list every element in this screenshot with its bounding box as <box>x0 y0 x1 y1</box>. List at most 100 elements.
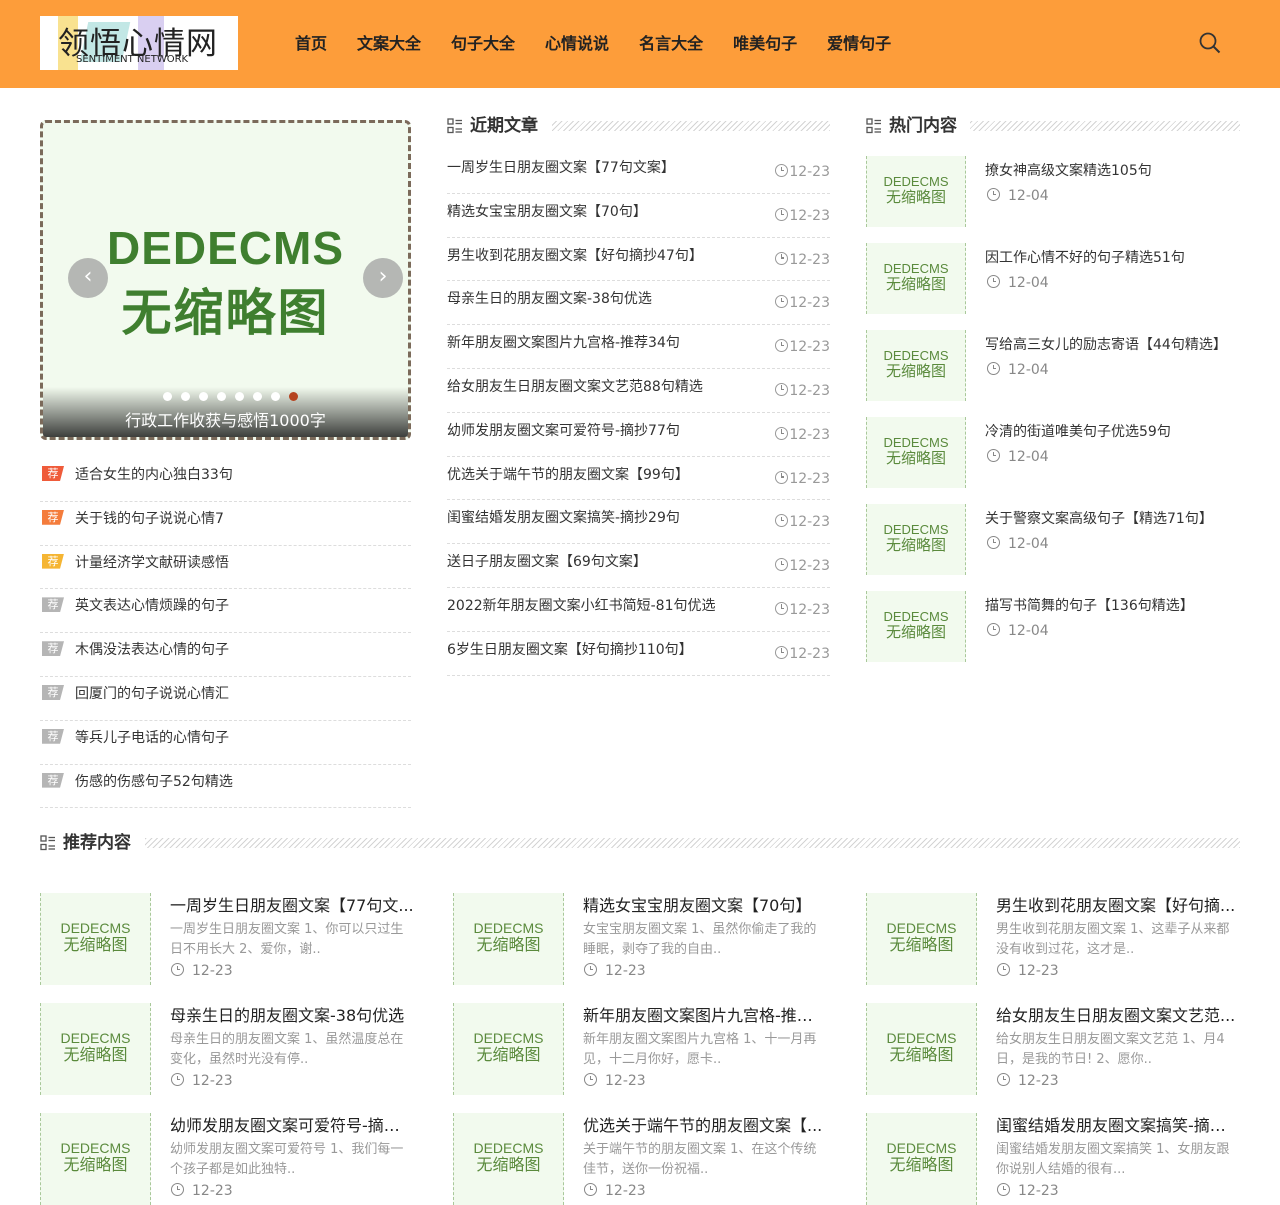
article-link[interactable]: 关于警察文案高级句子【精选71句】 <box>985 508 1213 530</box>
list-item[interactable]: DEDECMS 无缩略图 关于警察文案高级句子【精选71句】 12-04 <box>866 504 1240 591</box>
article-link[interactable]: 优选关于端午节的朋友圈文案【99句】 <box>447 464 689 486</box>
article-link[interactable]: 闺蜜结婚发朋友圈文案搞笑-摘抄29句 <box>447 507 680 529</box>
article-card[interactable]: DEDECMS 无缩略图 母亲生日的朋友圈文案-38句优选 母亲生日的朋友圈文案 1、… <box>40 1003 415 1095</box>
list-item[interactable]: 荐关于钱的句子说说心情7 <box>40 502 411 546</box>
slider-next-button[interactable]: › <box>363 258 403 298</box>
nav-item-copywriting[interactable]: 文案大全 <box>357 31 421 57</box>
article-link[interactable]: 6岁生日朋友圈文案【好句摘抄110句】 <box>447 639 693 661</box>
list-item[interactable]: 6岁生日朋友圈文案【好句摘抄110句】 12-23 <box>447 632 830 676</box>
article-card[interactable]: DEDECMS 无缩略图 男生收到花朋友圈文案【好句摘... 男生收到花朋友圈文案 1… <box>866 893 1241 985</box>
list-item[interactable]: 优选关于端午节的朋友圈文案【99句】 12-23 <box>447 457 830 501</box>
list-item[interactable]: 荐计量经济学文献研读感悟 <box>40 546 411 590</box>
slider-dot[interactable] <box>234 392 244 401</box>
slider-dot[interactable] <box>162 392 172 401</box>
list-item[interactable]: 闺蜜结婚发朋友圈文案搞笑-摘抄29句 12-23 <box>447 500 830 545</box>
list-item[interactable]: 荐回厦门的句子说说心情汇 <box>40 677 411 721</box>
slider-dot[interactable] <box>252 392 262 401</box>
list-item[interactable]: 精选女宝宝朋友圈文案【70句】 12-23 <box>447 194 830 238</box>
article-thumbnail[interactable]: DEDECMS 无缩略图 <box>866 504 966 575</box>
article-link[interactable]: 新年朋友圈文案图片九宫格-推荐34句 <box>447 332 680 354</box>
article-link[interactable]: 送日子朋友圈文案【69句文案】 <box>447 551 647 573</box>
article-thumbnail[interactable]: DEDECMS 无缩略图 <box>453 893 564 985</box>
article-link[interactable]: 2022新年朋友圈文案小红书简短-81句优选 <box>447 595 716 617</box>
article-card[interactable]: DEDECMS 无缩略图 一周岁生日朋友圈文案【77句文... 一周岁生日朋友圈文案 … <box>40 893 415 985</box>
article-thumbnail[interactable]: DEDECMS 无缩略图 <box>866 1003 977 1095</box>
list-item[interactable]: 给女朋友生日朋友圈文案文艺范88句精选 12-23 <box>447 369 830 413</box>
list-item[interactable]: 新年朋友圈文案图片九宫格-推荐34句 12-23 <box>447 325 830 369</box>
article-card[interactable]: DEDECMS 无缩略图 新年朋友圈文案图片九宫格-推荐... 新年朋友圈文案图片九宫… <box>453 1003 828 1095</box>
article-thumbnail[interactable]: DEDECMS 无缩略图 <box>866 591 966 662</box>
card-title[interactable]: 母亲生日的朋友圈文案-38句优选 <box>170 1004 415 1028</box>
list-item[interactable]: 荐等兵儿子电话的心情句子 <box>40 721 411 765</box>
slider-prev-button[interactable]: ‹ <box>68 258 108 298</box>
article-thumbnail[interactable]: DEDECMS 无缩略图 <box>40 1003 151 1095</box>
article-thumbnail[interactable]: DEDECMS 无缩略图 <box>40 1113 151 1205</box>
article-thumbnail[interactable]: DEDECMS 无缩略图 <box>866 417 966 488</box>
search-icon[interactable] <box>1199 32 1221 54</box>
nav-item-sentences[interactable]: 句子大全 <box>451 31 515 57</box>
article-link[interactable]: 男生收到花朋友圈文案【好句摘抄47句】 <box>447 245 703 267</box>
article-link[interactable]: 给女朋友生日朋友圈文案文艺范88句精选 <box>447 376 703 398</box>
list-item-link[interactable]: 木偶没法表达心情的句子 <box>75 639 229 661</box>
list-item[interactable]: 荐木偶没法表达心情的句子 <box>40 633 411 677</box>
site-logo[interactable]: 领悟心情网 SENTIMENT NETWORK <box>40 16 238 70</box>
article-thumbnail[interactable]: DEDECMS 无缩略图 <box>866 1113 977 1205</box>
nav-item-quotes[interactable]: 名言大全 <box>639 31 703 57</box>
list-item[interactable]: DEDECMS 无缩略图 因工作心情不好的句子精选51句 12-04 <box>866 243 1240 330</box>
card-title[interactable]: 闺蜜结婚发朋友圈文案搞笑-摘抄... <box>996 1114 1241 1138</box>
article-thumbnail[interactable]: DEDECMS 无缩略图 <box>866 156 966 227</box>
article-thumbnail[interactable]: DEDECMS 无缩略图 <box>40 893 151 985</box>
article-link[interactable]: 描写书简舞的句子【136句精选】 <box>985 595 1194 617</box>
list-item[interactable]: 一周岁生日朋友圈文案【77句文案】 12-23 <box>447 150 830 194</box>
list-item-link[interactable]: 等兵儿子电话的心情句子 <box>75 727 229 749</box>
nav-item-moods[interactable]: 心情说说 <box>545 31 609 57</box>
article-thumbnail[interactable]: DEDECMS 无缩略图 <box>453 1113 564 1205</box>
list-item-link[interactable]: 伤感的伤感句子52句精选 <box>75 771 233 793</box>
list-item-link[interactable]: 英文表达心情烦躁的句子 <box>75 595 229 617</box>
article-link[interactable]: 母亲生日的朋友圈文案-38句优选 <box>447 288 652 310</box>
nav-item-beautiful[interactable]: 唯美句子 <box>733 31 797 57</box>
slider-dot[interactable] <box>198 392 208 401</box>
card-title[interactable]: 男生收到花朋友圈文案【好句摘... <box>996 894 1241 918</box>
article-thumbnail[interactable]: DEDECMS 无缩略图 <box>866 243 966 314</box>
article-card[interactable]: DEDECMS 无缩略图 闺蜜结婚发朋友圈文案搞笑-摘抄... 闺蜜结婚发朋友圈文案搞… <box>866 1113 1241 1205</box>
list-item[interactable]: DEDECMS 无缩略图 撩女神高级文案精选105句 12-04 <box>866 156 1240 243</box>
slider-dot[interactable] <box>180 392 190 401</box>
list-item[interactable]: 荐英文表达心情烦躁的句子 <box>40 589 411 634</box>
list-item-link[interactable]: 关于钱的句子说说心情7 <box>75 508 224 530</box>
slider-dot[interactable] <box>288 392 298 401</box>
list-item[interactable]: 2022新年朋友圈文案小红书简短-81句优选 12-23 <box>447 588 830 632</box>
article-link[interactable]: 幼师发朋友圈文案可爱符号-摘抄77句 <box>447 420 680 442</box>
list-item[interactable]: 幼师发朋友圈文案可爱符号-摘抄77句 12-23 <box>447 413 830 457</box>
list-item[interactable]: 荐适合女生的内心独白33句 <box>40 458 411 502</box>
list-item-link[interactable]: 适合女生的内心独白33句 <box>75 464 233 486</box>
list-item[interactable]: DEDECMS 无缩略图 冷清的街道唯美句子优选59句 12-04 <box>866 417 1240 504</box>
article-link[interactable]: 因工作心情不好的句子精选51句 <box>985 247 1185 269</box>
article-card[interactable]: DEDECMS 无缩略图 精选女宝宝朋友圈文案【70句】 女宝宝朋友圈文案 1、虽然你… <box>453 893 828 985</box>
article-link[interactable]: 撩女神高级文案精选105句 <box>985 160 1152 182</box>
list-item[interactable]: DEDECMS 无缩略图 写给高三女儿的励志寄语【44句精选】 12-04 <box>866 330 1240 417</box>
list-item[interactable]: DEDECMS 无缩略图 描写书简舞的句子【136句精选】 12-04 <box>866 591 1240 678</box>
slider-dot[interactable] <box>270 392 280 401</box>
article-link[interactable]: 写给高三女儿的励志寄语【44句精选】 <box>985 334 1227 356</box>
card-title[interactable]: 新年朋友圈文案图片九宫格-推荐... <box>583 1004 828 1028</box>
list-item[interactable]: 男生收到花朋友圈文案【好句摘抄47句】 12-23 <box>447 238 830 282</box>
article-link[interactable]: 一周岁生日朋友圈文案【77句文案】 <box>447 157 675 179</box>
nav-item-home[interactable]: 首页 <box>295 31 327 57</box>
article-link[interactable]: 精选女宝宝朋友圈文案【70句】 <box>447 201 647 223</box>
card-title[interactable]: 给女朋友生日朋友圈文案文艺范... <box>996 1004 1241 1028</box>
article-card[interactable]: DEDECMS 无缩略图 给女朋友生日朋友圈文案文艺范... 给女朋友生日朋友圈文案文… <box>866 1003 1241 1095</box>
card-title[interactable]: 优选关于端午节的朋友圈文案【... <box>583 1114 828 1138</box>
card-title[interactable]: 精选女宝宝朋友圈文案【70句】 <box>583 894 828 918</box>
list-item[interactable]: 母亲生日的朋友圈文案-38句优选 12-23 <box>447 281 830 326</box>
nav-item-love[interactable]: 爱情句子 <box>827 31 891 57</box>
card-title[interactable]: 幼师发朋友圈文案可爱符号-摘抄... <box>170 1114 415 1138</box>
list-item-link[interactable]: 计量经济学文献研读感悟 <box>75 552 229 574</box>
slide-caption[interactable]: 行政工作收获与感悟1000字 <box>43 407 408 431</box>
article-card[interactable]: DEDECMS 无缩略图 幼师发朋友圈文案可爱符号-摘抄... 幼师发朋友圈文案可爱符… <box>40 1113 415 1205</box>
list-item[interactable]: 送日子朋友圈文案【69句文案】 12-23 <box>447 544 830 588</box>
article-link[interactable]: 冷清的街道唯美句子优选59句 <box>985 421 1171 443</box>
card-title[interactable]: 一周岁生日朋友圈文案【77句文... <box>170 894 415 918</box>
article-thumbnail[interactable]: DEDECMS 无缩略图 <box>866 330 966 401</box>
article-thumbnail[interactable]: DEDECMS 无缩略图 <box>866 893 977 985</box>
